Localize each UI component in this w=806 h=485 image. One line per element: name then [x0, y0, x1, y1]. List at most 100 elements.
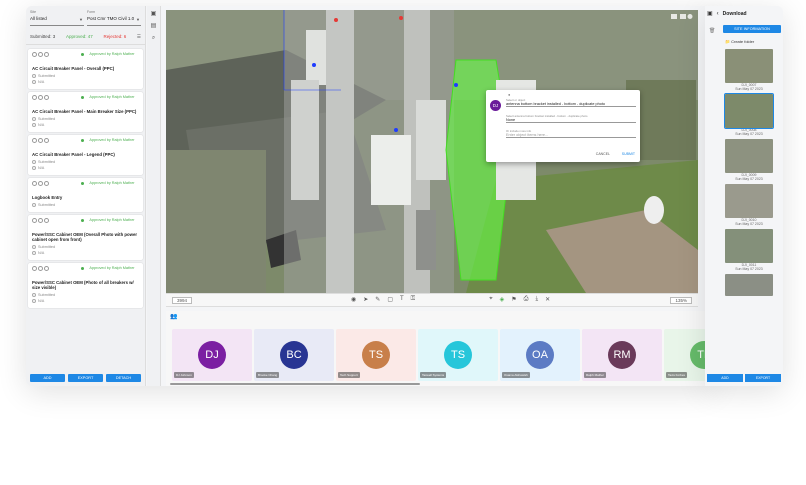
radio-na[interactable]: N/A — [32, 80, 139, 84]
image-toolbar: 3994 ◉ ➤ ✎ ▢ T ⚿ ⌖ ◈ ⚑ ⎙ ⤓ ✕ 135% — [166, 293, 698, 307]
zoom-input[interactable]: 135% — [670, 297, 692, 304]
participant-tile[interactable]: BC Brooke Chang — [254, 329, 334, 381]
chevron-down-icon: ▼ — [79, 17, 83, 22]
cancel-button[interactable]: CANCEL — [596, 152, 610, 156]
back-icon[interactable]: ‹ — [717, 11, 719, 17]
people-icon[interactable]: 👥 — [166, 311, 714, 323]
more-info-input[interactable]: Or include more info Enter object items … — [506, 129, 636, 138]
card-action-icons[interactable] — [32, 181, 49, 186]
filter-icon[interactable]: ☰ — [137, 34, 141, 40]
pen-icon[interactable]: ✎ — [375, 296, 380, 303]
thumbnail-caption: DJI_0007 Sun May 07 2023 — [735, 83, 763, 91]
thumbnail-image[interactable] — [725, 49, 773, 83]
participant-name: Ralph Mather — [584, 372, 607, 378]
site-information-button[interactable]: SITE INFORMATION — [723, 25, 781, 33]
card-action-icons[interactable] — [32, 138, 49, 143]
search-icon[interactable]: ⌕ — [150, 34, 158, 42]
avatar: TF — [690, 341, 706, 369]
status-counts: Submitted: 3 Approved: 47 Rejected: 6 ☰ — [26, 28, 145, 45]
detail-select[interactable]: Select antenna bottom bracket installed … — [506, 114, 636, 123]
export-button[interactable]: EXPORT — [745, 374, 781, 382]
card-title: AC Circuit Breaker Panel - Legend (PPC) — [32, 152, 115, 157]
participant-tile[interactable]: RM Ralph Mather — [582, 329, 662, 381]
checklist-card[interactable]: Approved by Ralph Mather AC Circuit Brea… — [28, 49, 143, 89]
object-select[interactable]: Select or object antenna bottom bracket … — [506, 98, 636, 107]
shape-icon[interactable]: ▢ — [387, 296, 393, 303]
site-select-value: All listed — [30, 16, 47, 21]
thumbnail-image[interactable] — [725, 139, 773, 173]
page-number-input[interactable]: 3994 — [172, 297, 193, 304]
card-action-icons[interactable] — [32, 52, 49, 57]
participant-tile[interactable]: OA Osama Alshawish — [500, 329, 580, 381]
close-icon[interactable]: ✕ — [545, 296, 550, 303]
site-select[interactable]: Site All listed ▼ — [30, 10, 84, 26]
avatar: DJ — [198, 341, 226, 369]
radio-na[interactable]: N/A — [32, 166, 139, 170]
thumbnail-image[interactable] — [725, 184, 773, 218]
site-select-label: Site — [30, 10, 37, 14]
card-action-icons[interactable] — [32, 266, 49, 271]
checklist-card[interactable]: Approved by Ralph Mather AC Circuit Brea… — [28, 92, 143, 132]
participant-tile[interactable]: TS Tech Support — [336, 329, 416, 381]
thumbnail-image[interactable] — [725, 274, 773, 296]
pointer-icon[interactable]: ➤ — [363, 296, 368, 303]
radio-na[interactable]: N/A — [32, 123, 139, 127]
add-button[interactable]: ADD — [707, 374, 743, 382]
create-folder-link[interactable]: 📁 Create folder — [705, 37, 783, 46]
form-select-value: Post Cmr TMO Civil 1.0 — [87, 16, 135, 21]
submitted-count[interactable]: Submitted: 3 — [30, 34, 55, 40]
approval-status: Approved by Ralph Mather — [81, 266, 139, 271]
location-icon[interactable]: ⌖ — [489, 296, 492, 303]
card-title: Power/SSC Cabinet OEM (Overall Photo wit… — [32, 232, 138, 242]
radio-submitted[interactable]: Submitted — [32, 245, 139, 249]
trash-icon[interactable]: 🗑 — [709, 28, 715, 34]
detach-button[interactable]: DETACH — [106, 374, 141, 382]
thumbnail-image[interactable] — [724, 93, 774, 129]
participant-name: Tech Support — [338, 372, 360, 378]
tag-icon[interactable]: ◈ — [500, 296, 505, 303]
radio-submitted[interactable]: Submitted — [32, 117, 139, 121]
avatar: RM — [608, 341, 636, 369]
rejected-count[interactable]: Rejected: 6 — [103, 34, 126, 40]
radio-na[interactable]: N/A — [32, 299, 139, 303]
thumbnail-caption: DJI_0009 Sun May 07 2023 — [735, 173, 763, 181]
download-icon[interactable]: ⤓ — [535, 296, 538, 303]
form-select-label: Form — [87, 10, 96, 14]
radio-submitted[interactable]: Submitted — [32, 74, 139, 78]
participant-tile[interactable]: TS Taswell Systems — [418, 329, 498, 381]
checklist-card[interactable]: Approved by Ralph Mather AC Circuit Brea… — [28, 135, 143, 175]
approval-status: Approved by Ralph Mather — [81, 95, 139, 100]
gallery-icon[interactable]: ▣ — [707, 10, 713, 17]
print-icon[interactable]: ⎙ — [524, 296, 529, 303]
horizontal-scrollbar[interactable] — [170, 383, 420, 385]
submit-button[interactable]: SUBMIT — [622, 152, 635, 156]
lock-icon[interactable]: ⚿ — [411, 296, 416, 303]
radio-submitted[interactable]: Submitted — [32, 293, 139, 297]
radio-submitted[interactable]: Submitted — [32, 160, 139, 164]
checklist-card[interactable]: Approved by Ralph Mather Power/SSC Cabin… — [28, 263, 143, 308]
radio-submitted[interactable]: Submitted — [32, 203, 139, 207]
approved-count[interactable]: Approved: 47 — [66, 34, 93, 40]
approval-status: Approved by Ralph Mather — [81, 52, 139, 57]
app-window: Site All listed ▼ Form Post Cmr TMO Civi… — [26, 6, 714, 386]
approval-status: Approved by Ralph Mather — [81, 181, 139, 186]
card-title: AC Circuit Breaker Panel - Main Breaker … — [32, 109, 137, 114]
form-select[interactable]: Form Post Cmr TMO Civil 1.0 ▼ — [87, 10, 141, 26]
add-button[interactable]: ADD — [30, 374, 65, 382]
card-action-icons[interactable] — [32, 218, 49, 223]
card-action-icons[interactable] — [32, 95, 49, 100]
gallery-panel: ▣ ‹ Download 🗑 SITE INFORMATION 📁 Create… — [705, 6, 783, 386]
participant-tile[interactable]: DJ DJ Johnson — [172, 329, 252, 381]
export-button[interactable]: EXPORT — [68, 374, 103, 382]
comment-icon[interactable]: ▤ — [150, 22, 158, 30]
participant-name: Brooke Chang — [256, 372, 280, 378]
eye-icon[interactable]: ◉ — [351, 296, 356, 303]
checklist-card[interactable]: Approved by Ralph Mather Power/SSC Cabin… — [28, 215, 143, 260]
radio-na[interactable]: N/A — [32, 251, 139, 255]
checklist-card[interactable]: Approved by Ralph Mather Logbook Entry S… — [28, 178, 143, 212]
checklist-icon[interactable]: ▣ — [150, 10, 158, 18]
thumbnail-image[interactable] — [725, 229, 773, 263]
participant-tile[interactable]: TFTavis Forbes — [664, 329, 706, 381]
flag-icon[interactable]: ⚑ — [511, 296, 516, 303]
text-icon[interactable]: T — [400, 296, 404, 303]
